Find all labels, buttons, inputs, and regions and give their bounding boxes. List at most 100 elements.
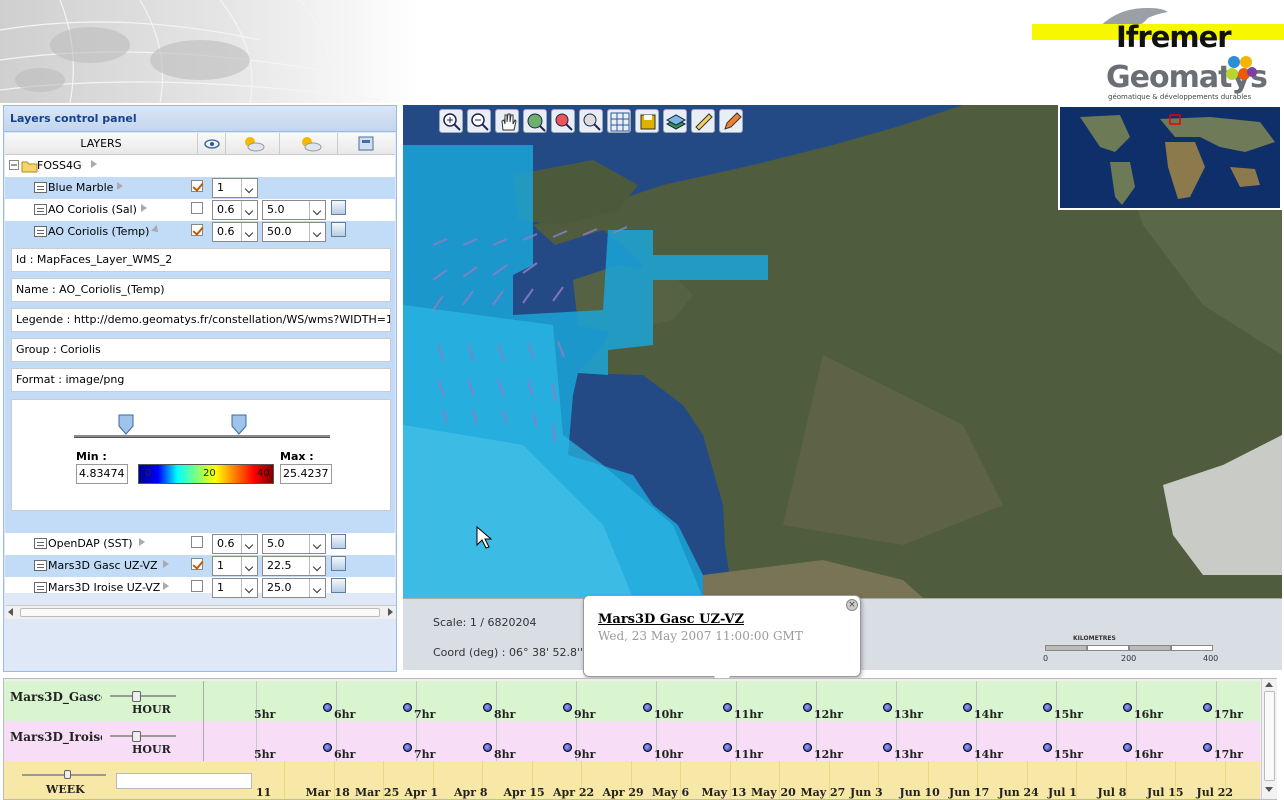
opacity-select[interactable]: 0.6 [212, 222, 258, 242]
data-point-marker[interactable] [723, 703, 732, 712]
data-point-marker[interactable] [1203, 703, 1212, 712]
tree-group-foss4g[interactable]: FOSS4G [5, 155, 395, 177]
zoom-previous-tool[interactable] [579, 109, 603, 133]
elevation-select[interactable]: 25.0 [262, 578, 326, 598]
data-point-marker[interactable] [963, 703, 972, 712]
data-point-marker[interactable] [643, 703, 652, 712]
zoom-layer-tool[interactable] [551, 109, 575, 133]
data-point-marker[interactable] [723, 743, 732, 752]
range-min-handle[interactable] [118, 414, 134, 436]
opacity-select[interactable]: 1 [212, 178, 258, 198]
close-icon[interactable]: × [846, 599, 858, 611]
min-value-input[interactable]: 4.83474 [76, 464, 128, 484]
data-point-marker[interactable] [563, 703, 572, 712]
hour-zoom-slider[interactable] [110, 731, 176, 742]
data-point-marker[interactable] [883, 743, 892, 752]
panel-horizontal-scrollbar[interactable] [6, 605, 396, 619]
data-point-marker[interactable] [1043, 703, 1052, 712]
expand-chevron-icon[interactable] [163, 560, 169, 568]
scroll-thumb[interactable] [1264, 691, 1275, 781]
data-point-marker[interactable] [1203, 743, 1212, 752]
layer-row[interactable]: AO Coriolis (Temp) 0.6 50.0 [5, 221, 395, 243]
opacity-select[interactable]: 1 [212, 556, 258, 576]
layer-row[interactable]: Blue Marble 1 [5, 177, 395, 199]
opacity-select[interactable]: 1 [212, 578, 258, 598]
data-point-marker[interactable] [403, 703, 412, 712]
measure-tool[interactable] [691, 109, 715, 133]
column-legend[interactable] [338, 133, 395, 155]
column-elevation[interactable] [280, 133, 338, 155]
data-point-marker[interactable] [1043, 743, 1052, 752]
layer-visibility-checkbox[interactable] [191, 558, 203, 570]
zoom-extent-tool[interactable] [523, 109, 547, 133]
zoom-out-tool[interactable] [467, 109, 491, 133]
layer-visibility-checkbox[interactable] [191, 202, 203, 214]
overview-map[interactable] [1058, 105, 1282, 210]
legend-button[interactable] [331, 556, 346, 571]
data-point-marker[interactable] [963, 743, 972, 752]
data-point-marker[interactable] [323, 703, 332, 712]
elevation-select[interactable]: 22.5 [262, 556, 326, 576]
elevation-select[interactable]: 5.0 [262, 534, 326, 554]
legend-button[interactable] [331, 534, 346, 549]
week-band[interactable]: 11 Mar 18 Mar 25 Apr 1 Apr 8 Apr 15 Apr 22 Apr … [254, 761, 1260, 799]
range-slider-track[interactable] [74, 435, 330, 438]
date-input[interactable] [116, 773, 252, 789]
range-max-handle[interactable] [231, 414, 247, 436]
scroll-left-arrow[interactable] [8, 608, 13, 616]
scroll-right-arrow[interactable] [388, 608, 393, 616]
opacity-select[interactable]: 0.6 [212, 200, 258, 220]
zoom-in-tool[interactable] [439, 109, 463, 133]
max-label: Max : [280, 450, 314, 463]
collapse-icon[interactable] [9, 160, 19, 170]
popup-title-link[interactable]: Mars3D Gasc UZ-VZ [598, 612, 744, 627]
expand-chevron-icon[interactable] [117, 182, 123, 190]
data-point-marker[interactable] [323, 743, 332, 752]
scroll-thumb[interactable] [20, 608, 380, 617]
draw-tool[interactable] [719, 109, 743, 133]
column-opacity[interactable] [226, 133, 280, 155]
hour-band[interactable]: 5hr 6hr 7hr 8hr 9hr 10hr 11hr 12hr 13hr 14hr 15hr 1… [254, 681, 1260, 721]
data-point-marker[interactable] [403, 743, 412, 752]
data-point-marker[interactable] [883, 703, 892, 712]
expand-chevron-icon[interactable] [139, 538, 145, 546]
hour-band[interactable]: 5hr 6hr 7hr 8hr 9hr 10hr 11hr 12hr 13hr 14hr 15hr 1… [254, 721, 1260, 761]
legend-button[interactable] [331, 200, 346, 215]
expand-chevron-icon[interactable] [151, 225, 161, 235]
elevation-select[interactable]: 50.0 [262, 222, 326, 242]
layer-row[interactable]: OpenDAP (SST) 0.6 5.0 [5, 533, 395, 555]
data-point-marker[interactable] [563, 743, 572, 752]
expand-chevron-icon[interactable] [141, 204, 147, 212]
opacity-select[interactable]: 0.6 [212, 534, 258, 554]
layer-visibility-checkbox[interactable] [191, 536, 203, 548]
data-point-marker[interactable] [643, 743, 652, 752]
timeline-vertical-scrollbar[interactable] [1261, 679, 1277, 799]
layer-visibility-checkbox[interactable] [191, 580, 203, 592]
save-tool[interactable] [635, 109, 659, 133]
expand-chevron-icon[interactable] [91, 160, 97, 168]
layer-row[interactable]: AO Coriolis (Sal) 0.6 5.0 [5, 199, 395, 221]
pan-tool[interactable] [495, 109, 519, 133]
layer-visibility-checkbox[interactable] [191, 224, 203, 236]
scroll-up-arrow[interactable] [1265, 682, 1273, 687]
grid-tool[interactable] [607, 109, 631, 133]
data-point-marker[interactable] [803, 743, 812, 752]
data-point-marker[interactable] [1123, 703, 1132, 712]
legend-button[interactable] [331, 222, 346, 237]
column-visibility[interactable] [198, 133, 226, 155]
max-value-input[interactable]: 25.4237 [280, 464, 332, 484]
scroll-down-arrow[interactable] [1265, 787, 1273, 792]
data-point-marker[interactable] [1123, 743, 1132, 752]
layer-visibility-checkbox[interactable] [191, 180, 203, 192]
layer-row[interactable]: Mars3D Iroise UZ-VZ 1 25.0 [5, 577, 395, 599]
week-slider-handle[interactable] [64, 770, 71, 779]
hour-zoom-slider[interactable] [110, 691, 176, 702]
expand-chevron-icon[interactable] [163, 582, 169, 590]
layer-row[interactable]: Mars3D Gasc UZ-VZ 1 22.5 [5, 555, 395, 577]
data-point-marker[interactable] [483, 743, 492, 752]
elevation-select[interactable]: 5.0 [262, 200, 326, 220]
legend-button[interactable] [331, 578, 346, 593]
data-point-marker[interactable] [483, 703, 492, 712]
data-point-marker[interactable] [803, 703, 812, 712]
layers-tool[interactable] [663, 109, 687, 133]
